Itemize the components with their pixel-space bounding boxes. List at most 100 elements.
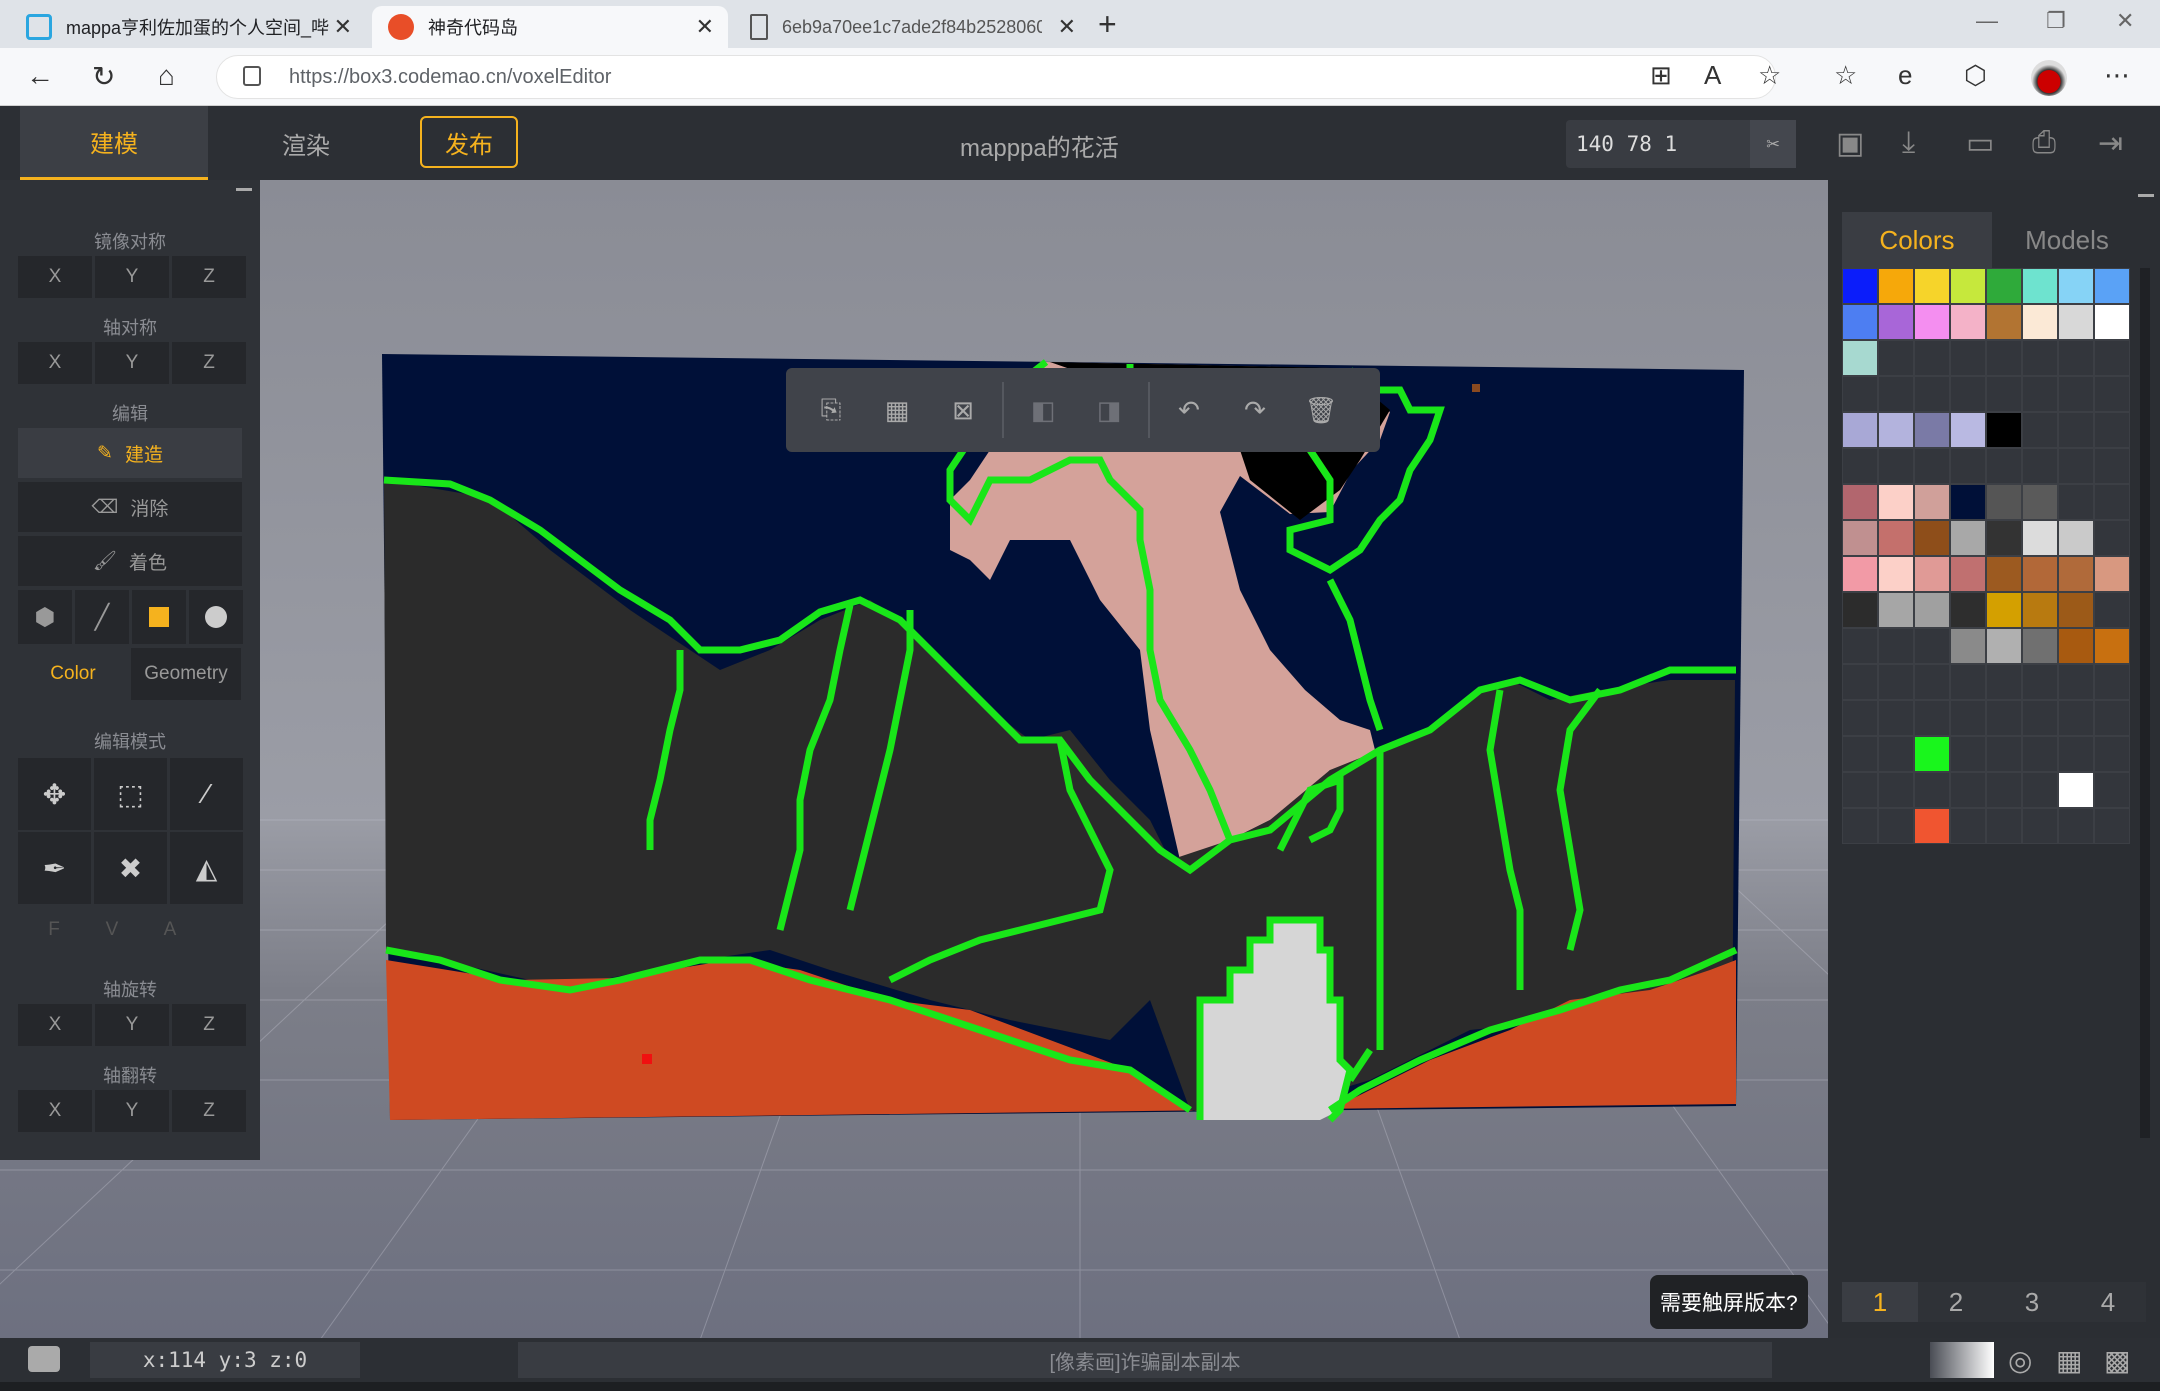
empty-swatch[interactable] bbox=[2022, 448, 2058, 484]
empty-swatch[interactable] bbox=[2094, 772, 2130, 808]
empty-swatch[interactable] bbox=[1950, 808, 1986, 844]
color-swatch[interactable] bbox=[1950, 412, 1986, 448]
square-shape-button[interactable] bbox=[132, 590, 186, 644]
magic-wand-icon[interactable]: ⁄ bbox=[170, 758, 243, 830]
trash-icon[interactable]: 🗑 bbox=[1288, 377, 1354, 443]
touch-version-tooltip[interactable]: 需要触屏版本? bbox=[1650, 1275, 1808, 1329]
empty-swatch[interactable] bbox=[1842, 808, 1878, 844]
empty-swatch[interactable] bbox=[1950, 700, 1986, 736]
color-swatch[interactable] bbox=[2094, 268, 2130, 304]
empty-swatch[interactable] bbox=[1950, 772, 1986, 808]
delete-voxel-icon[interactable]: ✖ bbox=[94, 832, 167, 904]
color-swatch[interactable] bbox=[1878, 304, 1914, 340]
color-swatch[interactable] bbox=[1986, 304, 2022, 340]
orbit-icon[interactable]: ◎ bbox=[2008, 1344, 2032, 1377]
tab-model[interactable]: 建模 bbox=[20, 106, 208, 180]
empty-swatch[interactable] bbox=[1986, 376, 2022, 412]
voxel-artwork[interactable] bbox=[370, 350, 1750, 1150]
color-swatch[interactable] bbox=[2022, 592, 2058, 628]
redo-icon[interactable]: ↷ bbox=[1222, 377, 1288, 443]
empty-swatch[interactable] bbox=[1914, 628, 1950, 664]
color-swatch[interactable] bbox=[1986, 556, 2022, 592]
page-4-button[interactable]: 4 bbox=[2070, 1282, 2146, 1322]
empty-swatch[interactable] bbox=[1914, 772, 1950, 808]
collapse-icon[interactable] bbox=[2138, 194, 2154, 197]
refresh-icon[interactable]: ↻ bbox=[92, 60, 115, 93]
color-swatch[interactable] bbox=[2022, 628, 2058, 664]
color-swatch[interactable] bbox=[1914, 484, 1950, 520]
erase-button[interactable]: ⌫ 消除 bbox=[18, 482, 242, 532]
empty-swatch[interactable] bbox=[2094, 736, 2130, 772]
empty-swatch[interactable] bbox=[2022, 736, 2058, 772]
color-swatch[interactable] bbox=[1950, 592, 1986, 628]
copy-icon[interactable]: ⎘ bbox=[798, 377, 864, 443]
color-swatch[interactable] bbox=[1914, 808, 1950, 844]
close-icon[interactable]: ✕ bbox=[1058, 14, 1076, 40]
empty-swatch[interactable] bbox=[1878, 340, 1914, 376]
empty-swatch[interactable] bbox=[1950, 736, 1986, 772]
face-mode-button[interactable]: F bbox=[40, 916, 68, 944]
empty-swatch[interactable] bbox=[1878, 700, 1914, 736]
empty-swatch[interactable] bbox=[1986, 664, 2022, 700]
rotate-y-button[interactable]: Y bbox=[95, 1004, 169, 1046]
color-swatch[interactable] bbox=[2058, 628, 2094, 664]
url-field[interactable]: https://box3.codemao.cn/voxelEditor bbox=[216, 55, 1776, 99]
color-swatch[interactable] bbox=[1986, 268, 2022, 304]
browser-tab-codemao[interactable]: 神奇代码岛 ✕ bbox=[372, 6, 728, 48]
profile-avatar[interactable] bbox=[2031, 60, 2067, 96]
new-tab-button[interactable]: + bbox=[1098, 6, 1117, 43]
color-swatch[interactable] bbox=[1842, 556, 1878, 592]
flip-y-button[interactable]: Y bbox=[95, 1090, 169, 1132]
color-swatch[interactable] bbox=[2094, 556, 2130, 592]
color-swatch[interactable] bbox=[1878, 412, 1914, 448]
color-swatch[interactable] bbox=[1986, 628, 2022, 664]
empty-swatch[interactable] bbox=[2022, 376, 2058, 412]
color-swatch[interactable] bbox=[1950, 628, 1986, 664]
dense-grid-icon[interactable]: ▩ bbox=[2104, 1344, 2130, 1377]
empty-swatch[interactable] bbox=[1914, 376, 1950, 412]
color-swatch[interactable] bbox=[1914, 592, 1950, 628]
minimize-icon[interactable]: — bbox=[1976, 8, 1998, 34]
page-1-button[interactable]: 1 bbox=[1842, 1282, 1918, 1322]
browser-tab-file[interactable]: 6eb9a70ee1c7ade2f84b2528060 ✕ bbox=[734, 6, 1090, 48]
mirror-y-button[interactable]: Y bbox=[95, 256, 169, 298]
open-folder-icon[interactable]: ▭ bbox=[1966, 126, 1994, 161]
grid-icon[interactable]: ▦ bbox=[2056, 1344, 2082, 1377]
color-swatch[interactable] bbox=[1842, 520, 1878, 556]
empty-swatch[interactable] bbox=[1878, 448, 1914, 484]
camera-icon[interactable] bbox=[28, 1346, 60, 1372]
mirror-x-button[interactable]: X bbox=[18, 256, 92, 298]
axis-sym-x-button[interactable]: X bbox=[18, 342, 92, 384]
empty-swatch[interactable] bbox=[2022, 664, 2058, 700]
color-swatch[interactable] bbox=[2058, 772, 2094, 808]
empty-swatch[interactable] bbox=[1842, 736, 1878, 772]
build-button[interactable]: ✎ 建造 bbox=[18, 428, 242, 478]
empty-swatch[interactable] bbox=[1914, 340, 1950, 376]
color-swatch[interactable] bbox=[1842, 484, 1878, 520]
download-icon[interactable]: ⤓ bbox=[1902, 126, 1915, 160]
rotate-z-button[interactable]: Z bbox=[172, 1004, 246, 1046]
window-close-icon[interactable]: ✕ bbox=[2116, 8, 2134, 34]
clear-selection-icon[interactable]: ⊠ bbox=[930, 377, 996, 443]
color-swatch[interactable] bbox=[1914, 520, 1950, 556]
empty-swatch[interactable] bbox=[2058, 664, 2094, 700]
color-swatch[interactable] bbox=[2022, 484, 2058, 520]
color-swatch[interactable] bbox=[2058, 556, 2094, 592]
color-swatch[interactable] bbox=[2058, 520, 2094, 556]
color-swatch[interactable] bbox=[1950, 484, 1986, 520]
color-swatch[interactable] bbox=[1878, 268, 1914, 304]
page-3-button[interactable]: 3 bbox=[1994, 1282, 2070, 1322]
cube-icon[interactable]: ⬢ bbox=[18, 590, 72, 644]
fill-bucket-icon[interactable]: ◭ bbox=[170, 832, 243, 904]
empty-swatch[interactable] bbox=[2058, 808, 2094, 844]
empty-swatch[interactable] bbox=[2094, 700, 2130, 736]
paste-icon[interactable]: ▦ bbox=[864, 377, 930, 443]
select-icon[interactable]: ⬚ bbox=[94, 758, 167, 830]
page-2-button[interactable]: 2 bbox=[1918, 1282, 1994, 1322]
empty-swatch[interactable] bbox=[2058, 340, 2094, 376]
color-swatch[interactable] bbox=[1842, 268, 1878, 304]
color-swatch[interactable] bbox=[2058, 592, 2094, 628]
empty-swatch[interactable] bbox=[2094, 376, 2130, 412]
layer-back-icon[interactable]: ◧ bbox=[1010, 377, 1076, 443]
empty-swatch[interactable] bbox=[2094, 592, 2130, 628]
